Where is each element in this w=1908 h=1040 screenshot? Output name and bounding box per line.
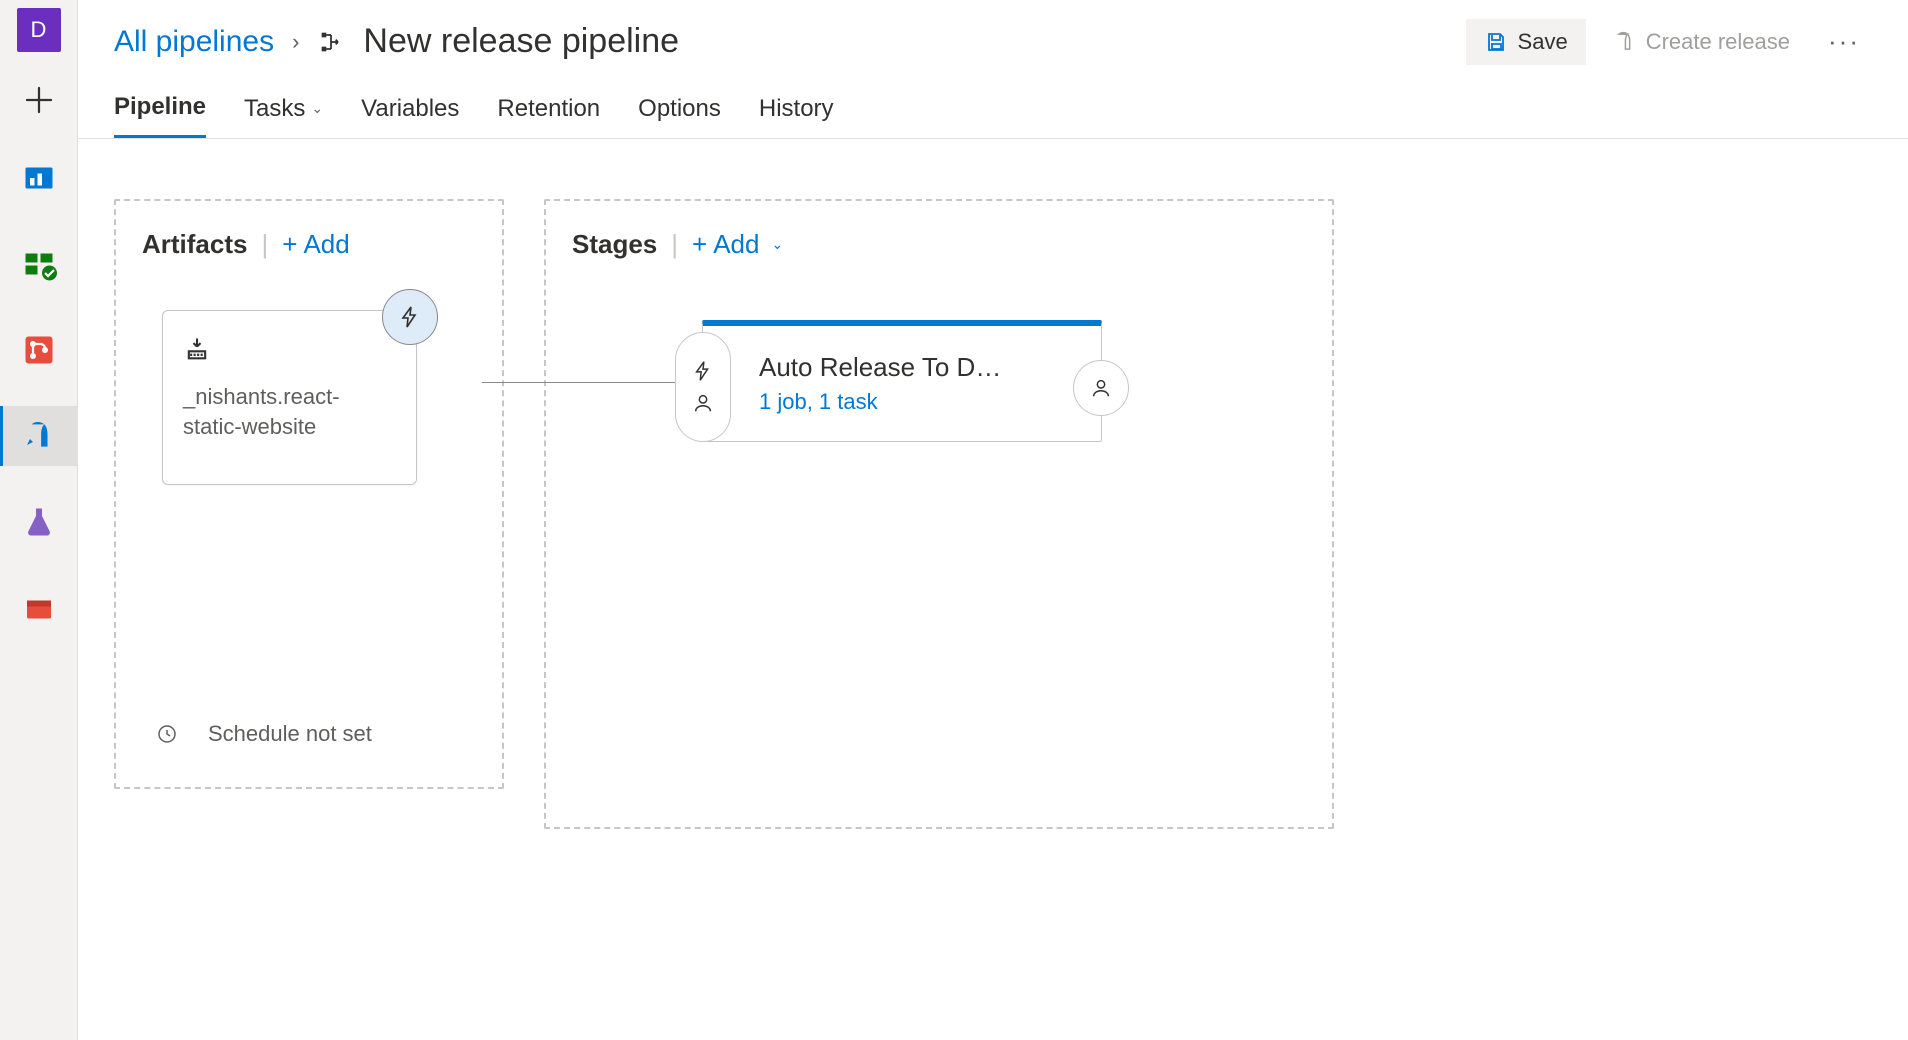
plus-icon: + <box>692 229 707 260</box>
artifact-source-name: _nishants.react-static-website <box>183 382 396 441</box>
schedule-label: Schedule not set <box>208 720 372 748</box>
tab-tasks[interactable]: Tasks⌄ <box>244 95 323 137</box>
flask-icon <box>21 504 57 540</box>
breadcrumb: All pipelines › New release pipeline <box>114 22 679 61</box>
create-release-button: Create release <box>1594 19 1808 65</box>
chevron-right-icon: › <box>292 29 299 55</box>
left-sidebar: D <box>0 0 78 1040</box>
stage-tasks-link[interactable]: 1 job, 1 task <box>759 389 1065 415</box>
stages-header: Stages <box>572 229 657 260</box>
sidebar-item-testplans[interactable] <box>0 492 78 552</box>
chevron-down-icon: ⌄ <box>311 100 323 117</box>
create-release-label: Create release <box>1646 29 1790 55</box>
artifacts-panel: Artifacts | + Add _nishants.react-static… <box>114 199 504 789</box>
tab-pipeline[interactable]: Pipeline <box>114 93 206 138</box>
tab-retention[interactable]: Retention <box>497 95 600 137</box>
sidebar-item-artifacts[interactable] <box>0 578 78 638</box>
chevron-down-icon: ⌄ <box>771 236 783 253</box>
breadcrumb-root-link[interactable]: All pipelines <box>114 25 274 59</box>
rocket-icon <box>1612 30 1636 54</box>
sidebar-item-repos[interactable] <box>0 320 78 380</box>
stage-connector-line <box>482 382 702 383</box>
release-pipeline-icon <box>317 28 345 56</box>
artifacts-header: Artifacts <box>142 229 247 260</box>
schedule-button[interactable] <box>142 709 192 759</box>
plus-icon: + <box>282 229 297 260</box>
tab-options[interactable]: Options <box>638 95 721 137</box>
lightning-icon <box>398 305 422 329</box>
page-title: New release pipeline <box>363 22 679 61</box>
boards-icon <box>21 246 57 282</box>
rocket-icon <box>21 418 57 454</box>
stage-title: Auto Release To D… <box>759 352 1065 383</box>
tab-history[interactable]: History <box>759 95 834 137</box>
repos-icon <box>21 332 57 368</box>
post-deployment-conditions-button[interactable] <box>1073 360 1129 416</box>
stage-card[interactable]: Auto Release To D… 1 job, 1 task <box>702 320 1102 442</box>
add-project-button[interactable] <box>17 78 61 122</box>
package-icon <box>21 590 57 626</box>
clock-icon <box>155 722 179 746</box>
pre-deployment-conditions-button[interactable] <box>675 332 731 442</box>
tab-variables[interactable]: Variables <box>361 95 459 137</box>
tabs: Pipeline Tasks⌄ Variables Retention Opti… <box>78 75 1908 139</box>
dashboard-icon <box>21 160 57 196</box>
add-artifact-button[interactable]: + Add <box>282 229 349 260</box>
artifact-card[interactable]: _nishants.react-static-website <box>162 310 417 485</box>
save-button[interactable]: Save <box>1466 19 1586 65</box>
add-stage-button[interactable]: + Add ⌄ <box>692 229 783 260</box>
save-button-label: Save <box>1518 29 1568 55</box>
sidebar-item-boards[interactable] <box>0 234 78 294</box>
plus-icon <box>21 82 57 118</box>
build-source-icon <box>183 335 396 370</box>
header: All pipelines › New release pipeline Sav… <box>78 0 1908 75</box>
project-avatar[interactable]: D <box>17 8 61 52</box>
pipeline-canvas: Artifacts | + Add _nishants.react-static… <box>78 139 1908 1040</box>
person-icon <box>1090 377 1112 399</box>
more-actions-button[interactable]: ··· <box>1816 18 1872 65</box>
sidebar-item-overview[interactable] <box>0 148 78 208</box>
stages-panel: Stages | + Add ⌄ A <box>544 199 1334 829</box>
lightning-icon <box>692 360 714 382</box>
sidebar-item-pipelines[interactable] <box>0 406 78 466</box>
person-icon <box>692 392 714 414</box>
continuous-deployment-trigger-button[interactable] <box>382 289 438 345</box>
save-icon <box>1484 30 1508 54</box>
